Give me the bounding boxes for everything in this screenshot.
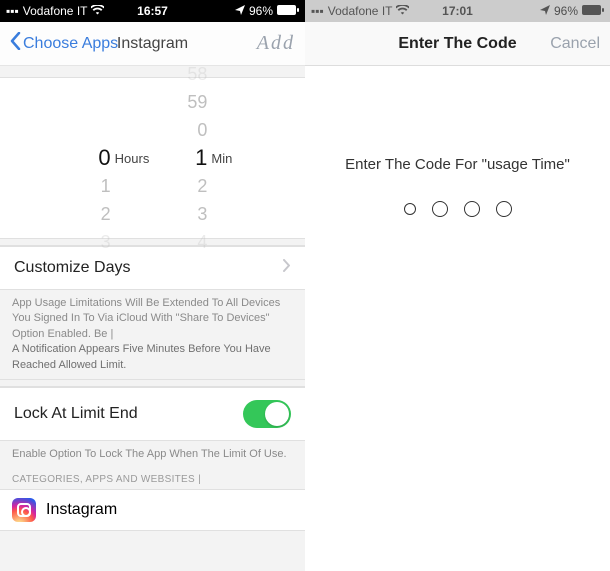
battery-icon xyxy=(582,4,604,18)
nav-title: Instagram xyxy=(117,35,188,53)
status-right: 96% xyxy=(540,4,604,18)
app-row-instagram[interactable]: Instagram xyxy=(0,489,305,531)
min-opt: 58 xyxy=(187,60,207,88)
passcode-dots xyxy=(305,201,610,217)
right-screenshot: ▪▪▪ Vodafone IT 17:01 96% Enter The Code… xyxy=(305,0,610,542)
min-opt: 3 xyxy=(197,200,207,228)
separator xyxy=(0,379,305,387)
wifi-icon xyxy=(396,4,409,18)
nav-title: Enter The Code xyxy=(398,35,516,53)
hours-opt: 1 xyxy=(101,172,111,200)
passcode-dot xyxy=(404,203,416,215)
spacer xyxy=(0,531,305,571)
carrier-text: Vodafone IT xyxy=(328,4,393,18)
battery-pct: 96% xyxy=(554,4,578,18)
app-name-label: Instagram xyxy=(46,501,117,519)
min-opt: 0 xyxy=(197,116,207,144)
carrier-text: Vodafone IT xyxy=(23,4,88,18)
lock-limit-toggle[interactable] xyxy=(243,400,291,428)
min-selected: 1 xyxy=(195,144,207,172)
status-time: 16:57 xyxy=(137,4,168,18)
lock-limit-label: Lock At Limit End xyxy=(14,405,138,423)
chevron-left-icon xyxy=(10,32,21,55)
back-button[interactable]: Choose Apps xyxy=(10,32,118,55)
customize-days-label: Customize Days xyxy=(14,259,130,277)
back-label: Choose Apps xyxy=(23,35,118,53)
battery-icon xyxy=(277,4,299,18)
battery-pct: 96% xyxy=(249,4,273,18)
status-time: 17:01 xyxy=(442,4,473,18)
passcode-dot xyxy=(464,201,480,217)
minutes-column[interactable]: 58 59 0 1 2 3 4 Min xyxy=(159,60,242,256)
carrier-label: ▪▪▪ Vodafone IT xyxy=(6,4,104,18)
status-bar: ▪▪▪ Vodafone IT 16:57 96% xyxy=(0,0,305,22)
min-unit: Min xyxy=(211,151,232,166)
min-opt: 2 xyxy=(197,172,207,200)
location-icon xyxy=(540,4,550,18)
lock-note: Enable Option To Lock The App When The L… xyxy=(0,441,305,468)
hours-opt: 3 xyxy=(101,228,111,256)
cancel-button[interactable]: Cancel xyxy=(550,35,600,53)
carrier-label: ▪▪▪ Vodafone IT xyxy=(311,4,409,18)
note-text-2: A Notification Appears Five Minutes Befo… xyxy=(12,343,271,370)
nav-bar: Enter The Code Cancel xyxy=(305,22,610,66)
chevron-right-icon xyxy=(283,259,291,277)
instagram-icon xyxy=(12,498,36,522)
add-button[interactable]: Add xyxy=(257,32,295,55)
wifi-icon xyxy=(91,4,104,18)
hours-column[interactable]: . . . 0 1 2 3 Hours xyxy=(63,60,160,256)
min-opt: 4 xyxy=(197,228,207,256)
min-opt: 59 xyxy=(187,88,207,116)
section-header: CATEGORIES, APPS AND WEBSITES | xyxy=(0,468,305,489)
signal-icon: ▪▪▪ xyxy=(311,4,324,18)
hours-opt: 2 xyxy=(101,200,111,228)
time-picker[interactable]: . . . 0 1 2 3 Hours 58 59 0 1 2 3 4 Min xyxy=(0,78,305,238)
status-bar: ▪▪▪ Vodafone IT 17:01 96% xyxy=(305,0,610,22)
hours-selected: 0 xyxy=(98,144,110,172)
passcode-dot xyxy=(432,201,448,217)
code-prompt-label: Enter The Code For "usage Time" xyxy=(305,156,610,173)
status-right: 96% xyxy=(235,4,299,18)
passcode-dot xyxy=(496,201,512,217)
left-screenshot: ▪▪▪ Vodafone IT 16:57 96% Choose Apps In… xyxy=(0,0,305,542)
note-text: App Usage Limitations Will Be Extended T… xyxy=(12,297,280,340)
section-header-text: CATEGORIES, APPS AND WEBSITES xyxy=(12,474,195,485)
signal-icon: ▪▪▪ xyxy=(6,4,19,18)
hours-unit: Hours xyxy=(115,151,150,166)
lock-limit-row: Lock At Limit End xyxy=(0,387,305,441)
usage-note: App Usage Limitations Will Be Extended T… xyxy=(0,290,305,379)
location-icon xyxy=(235,4,245,18)
